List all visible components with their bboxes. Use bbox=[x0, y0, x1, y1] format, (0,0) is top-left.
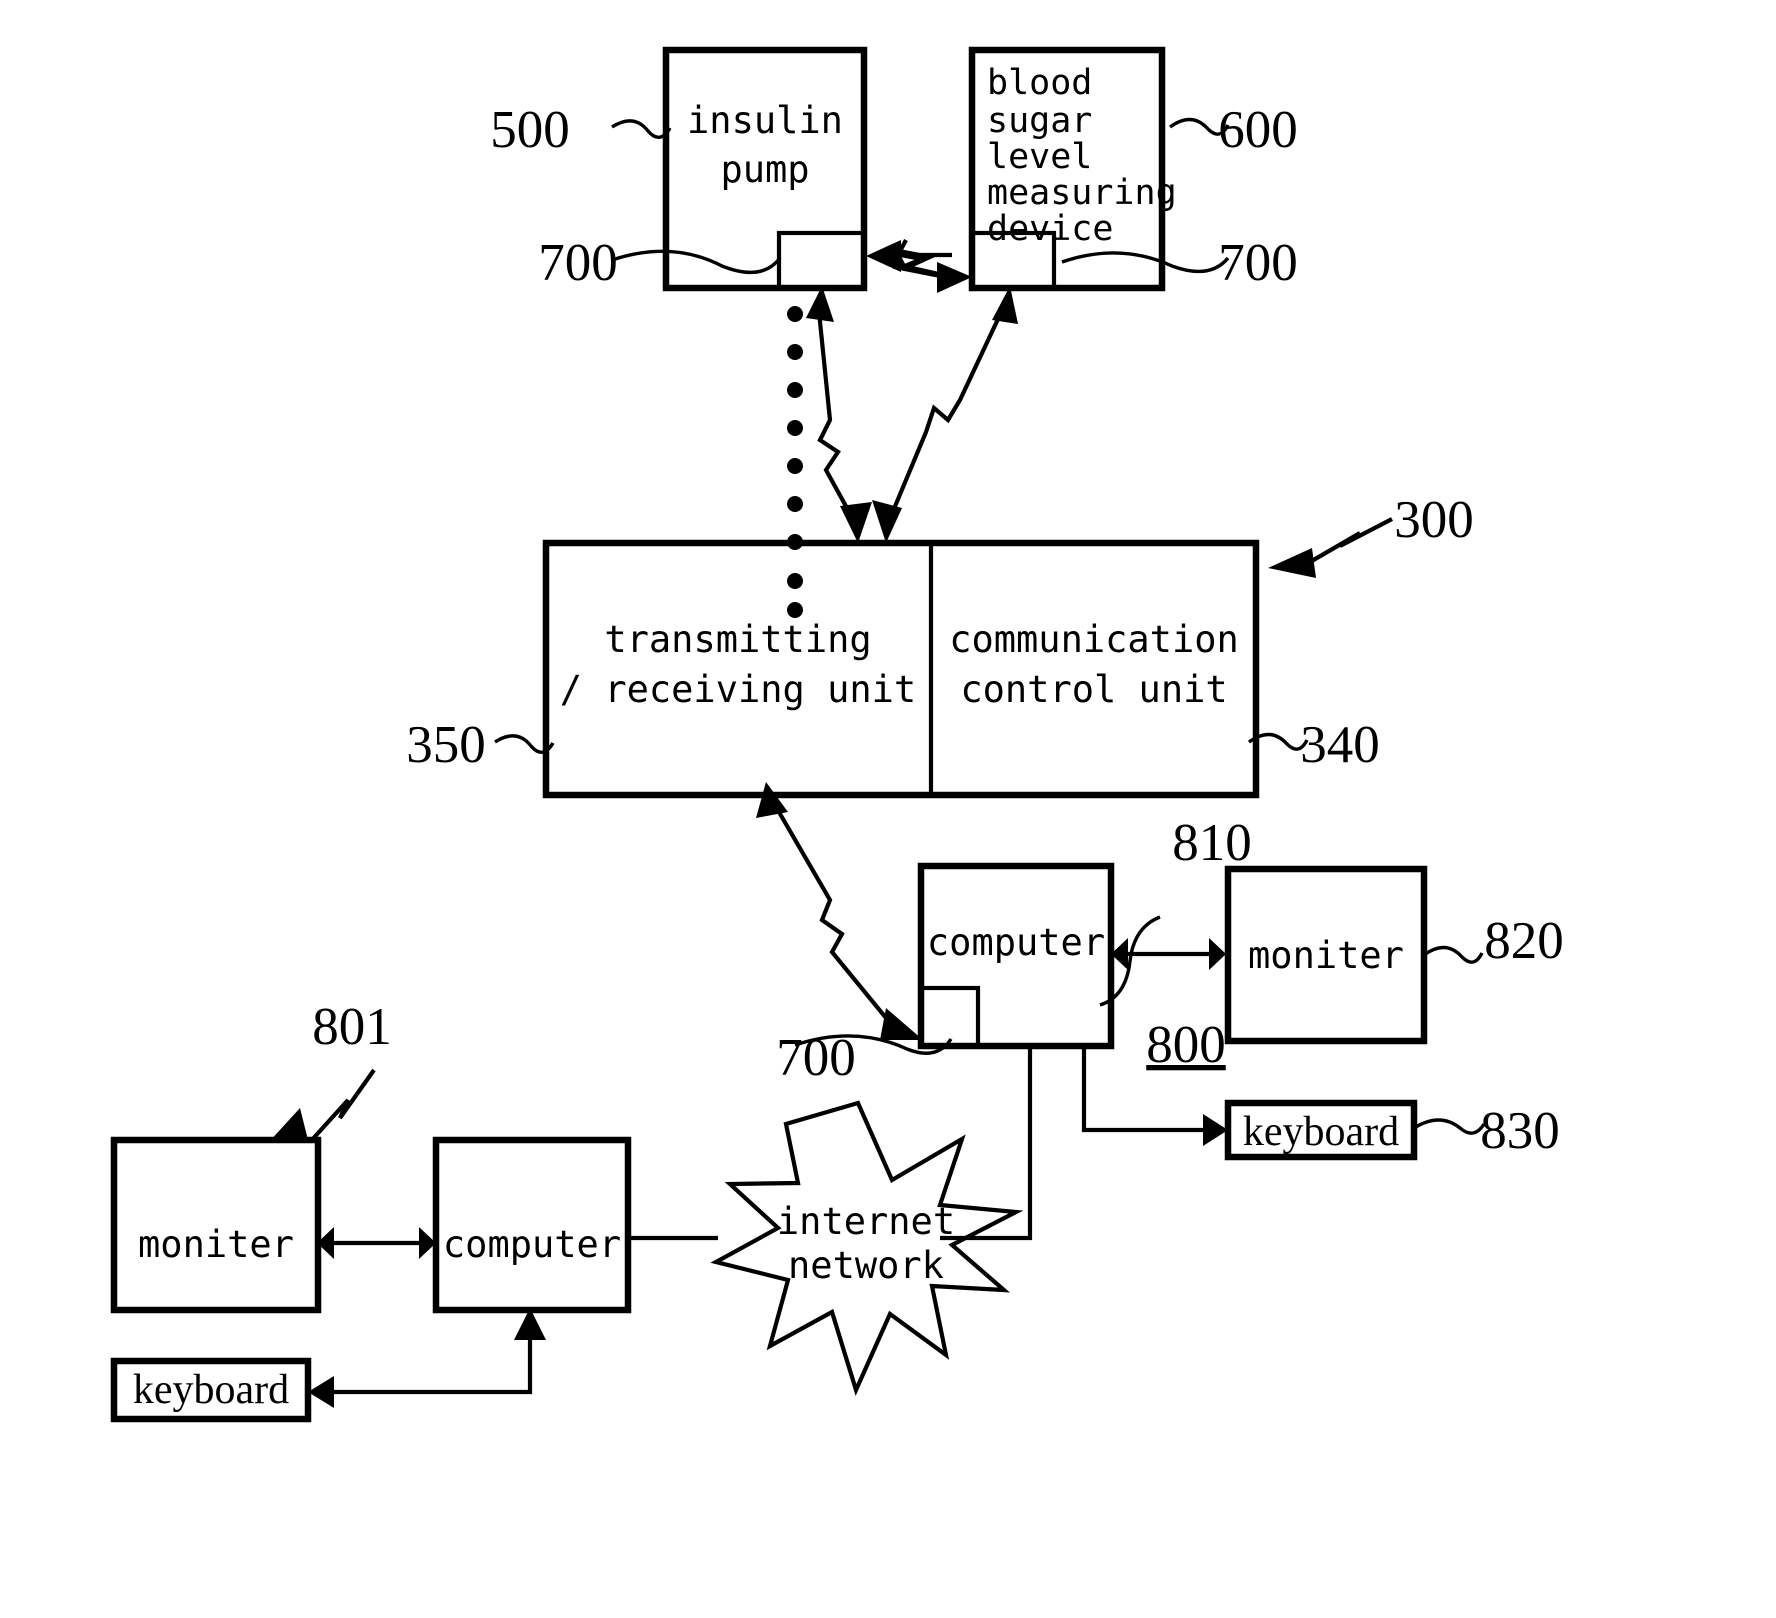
pump-meter-wireless-link bbox=[866, 239, 972, 293]
ref-number-700-computer: 700 bbox=[776, 1029, 856, 1087]
ref-number-700-meter: 700 bbox=[1218, 234, 1298, 292]
dot bbox=[787, 573, 803, 589]
meter-gateway-line bbox=[884, 301, 1008, 529]
dotted-boundary-line bbox=[787, 306, 803, 618]
moniter-computer-left-link bbox=[317, 1227, 436, 1259]
pump-gateway-line bbox=[815, 301, 860, 530]
gateway-computer-link bbox=[756, 782, 923, 1040]
moniter-right-label: moniter bbox=[1248, 934, 1404, 977]
lead-801 bbox=[268, 1068, 376, 1144]
ref-number-700-pump: 700 bbox=[538, 234, 618, 292]
arrowhead-keyboard-left bbox=[308, 1376, 334, 1408]
ref-number-801: 801 bbox=[312, 998, 392, 1056]
meter-gateway-link bbox=[872, 286, 1018, 543]
blood-sugar-label-line5: device bbox=[987, 209, 1113, 249]
ref-number-820: 820 bbox=[1484, 912, 1564, 970]
lead-700-meter bbox=[1061, 251, 1230, 274]
arrowhead-down-gateway-left bbox=[840, 502, 872, 543]
lead-801-zigzag bbox=[308, 1068, 376, 1144]
transmitting-unit-label-line1: transmitting bbox=[604, 618, 871, 661]
arrowhead-up-meter bbox=[992, 286, 1018, 324]
dot bbox=[787, 602, 803, 618]
dot bbox=[787, 306, 803, 322]
arrowhead-300 bbox=[1268, 548, 1316, 578]
gateway-computer-line bbox=[770, 798, 902, 1037]
arrowhead-left-pump bbox=[866, 240, 901, 272]
ref-number-830: 830 bbox=[1480, 1102, 1560, 1160]
computer-keyboard-left-line bbox=[332, 1320, 533, 1395]
lead-700-pump bbox=[611, 249, 782, 275]
patent-figure: insulin pump blood sugar level measuring… bbox=[0, 0, 1776, 1618]
ref-number-800: 800 bbox=[1146, 1016, 1226, 1074]
diagram-canvas: insulin pump blood sugar level measuring… bbox=[110, 46, 1564, 1423]
arrowhead-801 bbox=[268, 1108, 308, 1143]
ref-number-810: 810 bbox=[1172, 814, 1252, 872]
computer-comm-module-box bbox=[918, 985, 981, 1049]
arrowhead-down-gateway-right bbox=[872, 500, 902, 543]
lead-820 bbox=[1423, 945, 1484, 964]
dot bbox=[787, 496, 803, 512]
insulin-pump-comm-module-box bbox=[776, 230, 867, 291]
blood-sugar-label-line3: level bbox=[987, 137, 1092, 177]
arrowhead-right-meter bbox=[937, 262, 972, 293]
insulin-pump-label-line1: insulin bbox=[687, 99, 843, 142]
dot bbox=[787, 382, 803, 398]
blood-sugar-label-line4: measuring bbox=[987, 173, 1177, 213]
ref-number-600: 600 bbox=[1218, 101, 1298, 159]
ref-number-340: 340 bbox=[1300, 716, 1380, 774]
arrowhead-right-moniter-r bbox=[1209, 938, 1226, 970]
dot bbox=[787, 458, 803, 474]
internet-label-line1: internet bbox=[777, 1200, 955, 1243]
arrowhead-keyboard-right bbox=[1203, 1114, 1228, 1146]
ref-number-300: 300 bbox=[1394, 491, 1474, 549]
transmitting-unit-label-line2: / receiving unit bbox=[560, 668, 916, 711]
blood-sugar-label-line1: blood bbox=[987, 63, 1092, 103]
computer-keyboard-left-link bbox=[308, 1308, 546, 1408]
insulin-pump-label-line2: pump bbox=[720, 148, 809, 191]
communication-unit-label-line1: communication bbox=[949, 618, 1239, 661]
keyboard-right-label: keyboard bbox=[1243, 1109, 1399, 1155]
pump-gateway-link bbox=[806, 286, 872, 543]
ref-number-350: 350 bbox=[406, 716, 486, 774]
computer-right-label: computer bbox=[927, 921, 1105, 964]
internet-label-line2: network bbox=[788, 1244, 944, 1287]
moniter-left-label: moniter bbox=[138, 1223, 294, 1266]
ref-number-500: 500 bbox=[490, 101, 570, 159]
dot bbox=[787, 420, 803, 436]
lead-500 bbox=[611, 119, 672, 139]
arrowhead-up-pump bbox=[806, 286, 834, 322]
communication-unit-label-line2: control unit bbox=[960, 668, 1227, 711]
arrowhead-up-gateway bbox=[756, 782, 788, 818]
computer-left-label: computer bbox=[443, 1223, 621, 1266]
keyboard-left-label: keyboard bbox=[133, 1367, 289, 1413]
lead-300-zigzag bbox=[1308, 517, 1393, 564]
dot bbox=[787, 344, 803, 360]
arrowhead-down-computer bbox=[880, 1008, 923, 1040]
lead-300 bbox=[1268, 517, 1393, 578]
lead-830 bbox=[1413, 1118, 1486, 1135]
blood-sugar-label-line2: sugar bbox=[987, 101, 1092, 141]
